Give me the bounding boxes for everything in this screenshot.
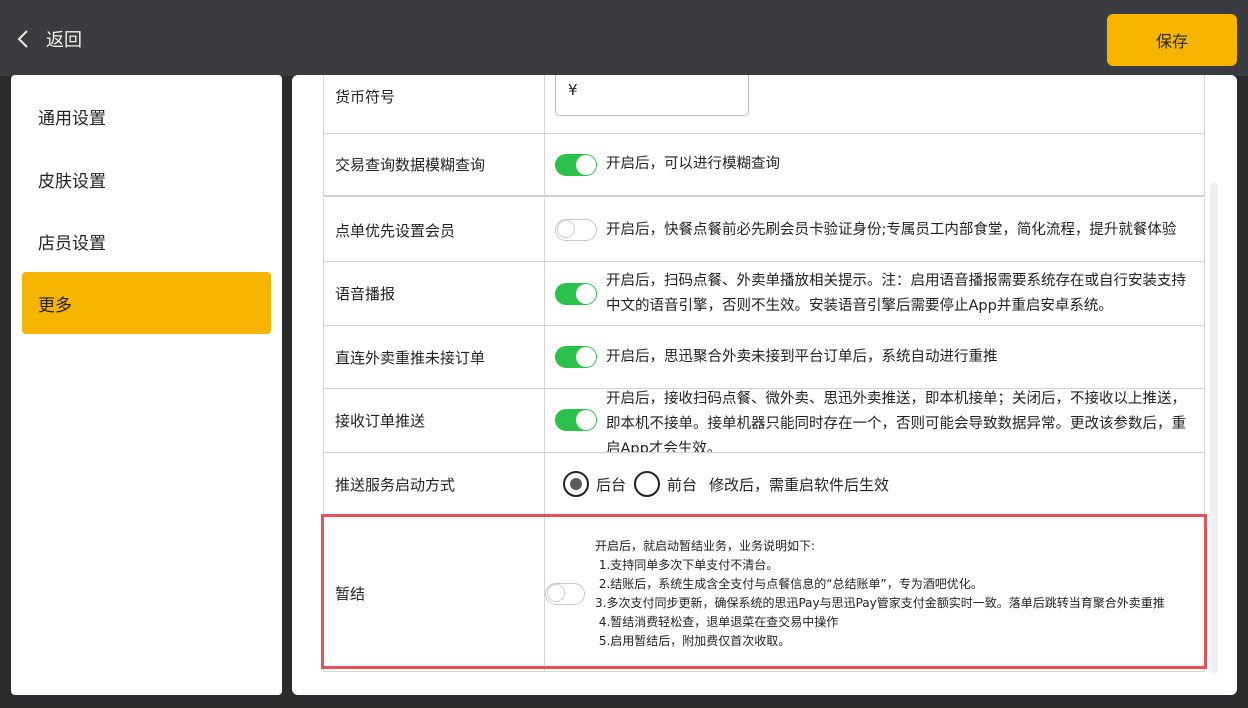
tab-settle-toggle[interactable]	[545, 582, 585, 605]
setting-row-tab-settle: 暂结 开启后，就启动暂结业务，业务说明如下: 1.支持同单多次下单支付不清台。 …	[323, 516, 1205, 672]
desc-line: 2.结账后，系统生成含全支付与点餐信息的“总结账单”，专为酒吧优化。	[595, 576, 983, 591]
setting-row-push-mode: 推送服务启动方式 后台 前台 修改后，需重启软件后生效	[323, 453, 1205, 516]
sidebar-item-staff[interactable]: 店员设置	[22, 210, 271, 272]
back-button[interactable]: 返回	[14, 20, 82, 58]
voice-broadcast-toggle[interactable]	[555, 282, 597, 305]
setting-row-currency: 货币符号 ¥	[323, 75, 1205, 134]
desc-line: 3.多次支付同步更新，确保系统的思迅Pay与思迅Pay管家支付金额实时一致。落单…	[595, 595, 1165, 610]
radio-background[interactable]	[563, 471, 589, 497]
top-bar: 返回 保存	[0, 0, 1248, 76]
settings-panel: 货币符号 ¥ 交易查询数据模糊查询 开启后，可以进行模糊查询 点单优先设置会员 …	[292, 75, 1237, 695]
setting-description: 开启后，快餐点餐前必先刷会员卡验证身份;专属员工内部食堂，简化流程，提升就餐体验	[606, 221, 1177, 238]
setting-label: 交易查询数据模糊查询	[335, 156, 486, 174]
setting-label: 货币符号	[335, 87, 396, 106]
setting-label: 接收订单推送	[335, 412, 426, 430]
setting-label: 推送服务启动方式	[335, 475, 456, 494]
member-first-toggle[interactable]	[555, 219, 597, 241]
setting-row-receive-push: 接收订单推送 开启后，接收扫码点餐、微外卖、思迅外卖推送，即本机接单；关闭后，不…	[323, 389, 1205, 453]
fuzzy-query-toggle[interactable]	[555, 153, 597, 176]
sidebar: 通用设置 皮肤设置 店员设置 更多	[11, 75, 282, 695]
chevron-left-icon	[17, 30, 28, 48]
setting-label: 语音播报	[335, 285, 396, 303]
setting-description: 开启后，扫码点餐、外卖单播放相关提示。注：启用语音播报需要系统存在或自行安装支持…	[606, 272, 1186, 314]
setting-label: 点单优先设置会员	[335, 221, 456, 240]
tab-settle-description: 开启后，就启动暂结业务，业务说明如下: 1.支持同单多次下单支付不清台。 2.结…	[595, 537, 1165, 651]
back-label: 返回	[46, 30, 82, 51]
setting-row-repush: 直连外卖重推未接订单 开启后，思迅聚合外卖未接到平台订单后，系统自动进行重推	[323, 326, 1205, 389]
radio-background-label: 后台	[596, 475, 627, 494]
radio-foreground-label: 前台	[667, 475, 698, 494]
setting-row-member-first: 点单优先设置会员 开启后，快餐点餐前必先刷会员卡验证身份;专属员工内部食堂，简化…	[323, 199, 1205, 262]
setting-row-fuzzy-query: 交易查询数据模糊查询 开启后，可以进行模糊查询	[323, 134, 1205, 197]
setting-label: 直连外卖重推未接订单	[335, 348, 486, 367]
sidebar-item-label: 通用设置	[38, 108, 106, 129]
sidebar-item-label: 皮肤设置	[38, 171, 106, 192]
radio-foreground[interactable]	[634, 471, 661, 497]
currency-symbol-input[interactable]: ¥	[555, 75, 749, 116]
desc-line: 5.启用暂结后，附加费仅首次收取。	[595, 633, 791, 648]
repush-toggle[interactable]	[555, 346, 597, 368]
sidebar-item-label: 更多	[38, 295, 72, 316]
setting-row-voice: 语音播报 开启后，扫码点餐、外卖单播放相关提示。注：启用语音播报需要系统存在或自…	[323, 262, 1205, 326]
desc-line: 开启后，就启动暂结业务，业务说明如下:	[595, 538, 816, 553]
setting-description: 开启后，接收扫码点餐、微外卖、思迅外卖推送，即本机接单；关闭后，不接收以上推送，…	[606, 391, 1186, 453]
push-mode-note: 修改后，需重启软件后生效	[709, 475, 890, 494]
setting-label: 暂结	[335, 585, 366, 603]
setting-description: 开启后，思迅聚合外卖未接到平台订单后，系统自动进行重推	[606, 348, 998, 365]
sidebar-item-label: 店员设置	[38, 233, 106, 254]
scrollbar[interactable]	[1210, 183, 1218, 673]
sidebar-item-more[interactable]: 更多	[22, 272, 271, 334]
save-button[interactable]: 保存	[1107, 14, 1237, 66]
desc-line: 4.暂结消费轻松查，退单退菜在查交易中操作	[595, 614, 839, 629]
sidebar-item-skin[interactable]: 皮肤设置	[22, 148, 271, 210]
desc-line: 1.支持同单多次下单支付不清台。	[595, 557, 779, 572]
setting-description: 开启后，可以进行模糊查询	[606, 156, 780, 172]
sidebar-item-general[interactable]: 通用设置	[22, 85, 271, 147]
receive-push-toggle[interactable]	[555, 409, 597, 431]
